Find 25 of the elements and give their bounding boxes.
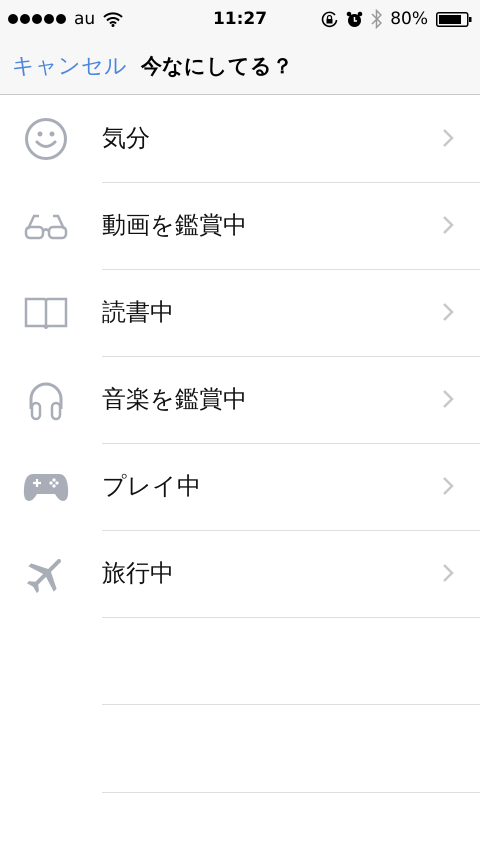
activity-label[interactable]: 音楽を鑑賞中 [102,383,442,415]
chevron-icon [442,563,454,583]
battery-icon [436,12,472,26]
clock-time: 11:27 [212,9,268,29]
chevron-icon [442,215,454,235]
alarm-icon [346,10,364,28]
book-icon [24,296,68,328]
chevron-icon [442,476,454,496]
activity-label[interactable]: 動画を鑑賞中 [102,209,442,241]
smiley-icon [24,116,68,160]
carrier-name: au [74,9,96,29]
activity-label[interactable]: プレイ中 [102,470,442,502]
signal-icon [8,14,66,24]
wifi-icon [103,12,124,26]
chevron-icon [442,389,454,409]
activity-label[interactable]: 読書中 [102,296,442,328]
chevron-icon [442,128,454,148]
rotation-lock-icon [321,10,338,28]
activity-label[interactable]: 旅行中 [102,557,442,589]
battery-percent: 80% [390,9,428,29]
chevron-icon [442,302,454,322]
bluetooth-icon [371,9,382,29]
nav-title: 今なにしてる？ [141,53,293,80]
gamepad-icon [23,472,69,502]
activity-label[interactable]: 気分 [102,122,442,154]
